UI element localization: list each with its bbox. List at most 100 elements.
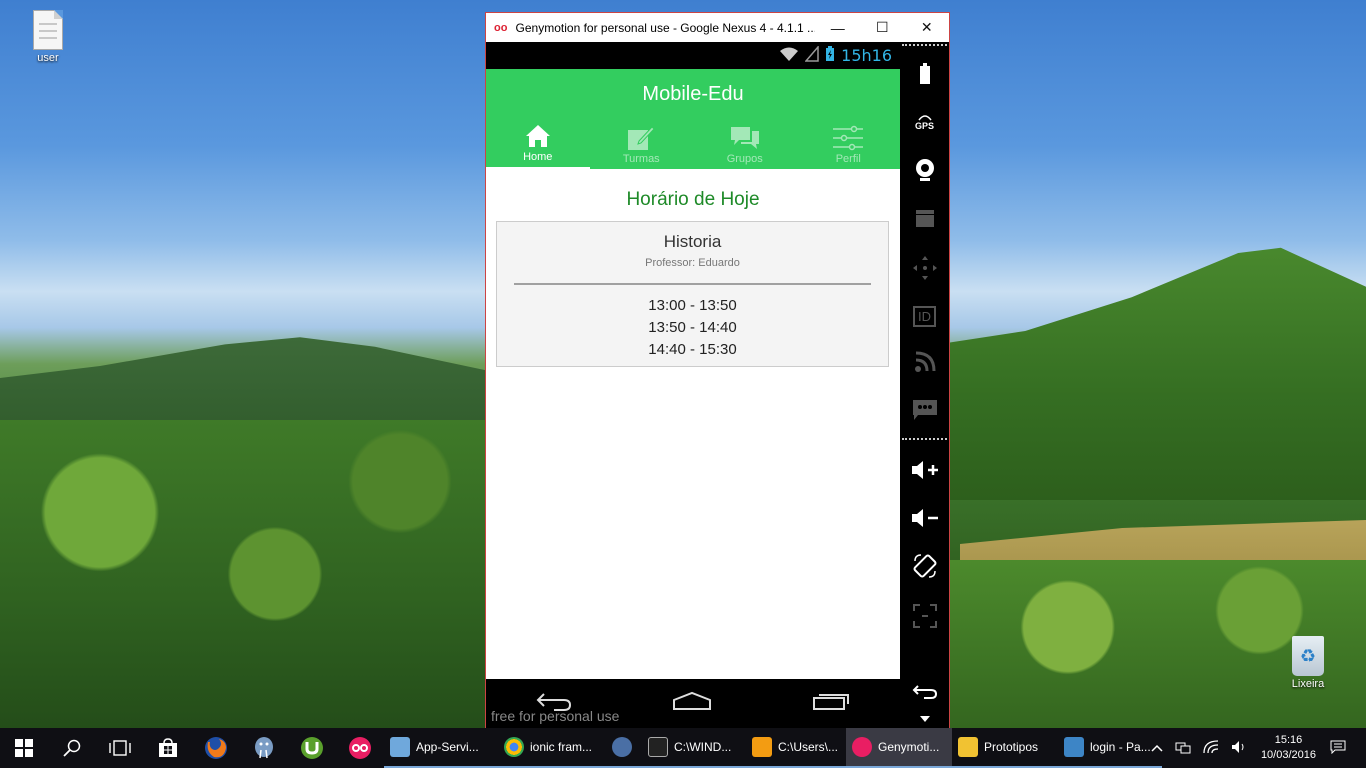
gps-icon[interactable]: GPS [900,102,949,142]
edit-icon [627,121,655,151]
recent-apps-icon[interactable] [812,691,850,716]
watermark: free for personal use [491,708,620,724]
taskbar-app[interactable]: C:\WIND... [642,728,746,768]
system-tray: 15:16 10/03/2016 [1145,728,1366,768]
task-view-icon[interactable] [96,728,144,768]
postgres-icon[interactable] [240,728,288,768]
battery-icon[interactable] [900,54,949,94]
clock-date: 10/03/2016 [1260,749,1316,761]
sidebar-separator [902,44,947,46]
recycle-bin-icon: ♻ [1292,636,1324,676]
notifications-icon[interactable] [1330,740,1346,757]
taskbar-app-active[interactable]: Genymoti... [846,728,952,768]
genymotion-icon[interactable] [336,728,384,768]
tab-home[interactable]: Home [486,115,590,169]
scale-icon[interactable] [900,596,949,636]
text-file-icon [33,10,63,50]
tab-label: Grupos [726,153,763,165]
time-slot: 13:00 - 13:50 [648,297,737,314]
terminal-icon [648,737,668,757]
clock-time: 15:16 [1274,734,1303,746]
tab-grupos[interactable]: Grupos [693,115,797,169]
chevron-up-icon[interactable] [1151,741,1163,755]
tab-label: Home [523,151,553,163]
id-icon[interactable]: ID [900,296,949,336]
time-slots: 13:00 - 13:50 13:50 - 14:40 14:40 - 15:3… [497,295,888,361]
subject-name: Historia [663,232,722,251]
teacher-name: Professor: Eduardo [645,257,740,269]
taskbar-app-label: C:\WIND... [674,740,732,754]
store-icon[interactable] [144,728,192,768]
device-screen: 15h16 Mobile-Edu Home Turmas Grupos Perf… [486,42,900,728]
wifi-icon [779,46,799,65]
tab-perfil[interactable]: Perfil [797,115,901,169]
desktop-icon-recycle-bin[interactable]: ♻ Lixeira [1278,636,1338,690]
utorrent-icon[interactable] [288,728,336,768]
taskbar-app[interactable]: ionic fram... [498,728,606,768]
gps-label: GPS [914,121,934,131]
sms-icon[interactable] [900,390,949,430]
window-titlebar[interactable]: oo Genymotion for personal use - Google … [486,13,949,42]
network-icon[interactable] [1175,740,1191,757]
taskbar-app-label: ionic fram... [530,740,593,754]
chrome-icon [504,737,524,757]
close-button[interactable]: ✕ [904,13,949,42]
search-icon[interactable] [48,728,96,768]
desktop-icon-user[interactable]: user [18,10,78,64]
wallpaper-mountain [940,247,1366,500]
signal-icon [804,44,819,65]
divider [514,283,871,285]
taskbar-app-label: C:\Users\... [778,740,839,754]
time-slot: 13:50 - 14:40 [648,319,737,336]
genymotion-icon [852,737,872,757]
time-slot: 14:40 - 15:30 [648,341,737,358]
sublime-icon [752,737,772,757]
sliders-icon [832,121,864,151]
window-title: Genymotion for personal use - Google Nex… [515,20,816,35]
rotate-icon[interactable] [900,546,949,586]
tab-bar: Home Turmas Grupos Perfil [486,115,900,169]
folder-icon [958,737,978,757]
battery-charging-icon [825,46,835,65]
page-title: Horário de Hoje [626,189,760,210]
tab-turmas[interactable]: Turmas [590,115,694,169]
app-content: Horário de Hoje Historia Professor: Edua… [486,169,900,679]
android-status-bar: 15h16 [486,42,900,69]
genymotion-logo-icon: oo [494,21,508,34]
rss-icon[interactable] [900,342,949,382]
volume-up-icon[interactable] [900,450,949,490]
desktop-icon-label: user [37,52,59,64]
clock[interactable]: 15:16 10/03/2016 [1261,733,1316,763]
back-icon[interactable] [900,672,949,712]
taskbar-app[interactable]: Prototipos [952,728,1058,768]
scroll-down-icon[interactable] [900,710,949,728]
minimize-button[interactable]: — [815,13,860,42]
paint-icon [1064,737,1084,757]
id-label: ID [913,305,936,327]
taskbar-app[interactable] [606,728,642,768]
camera-icon[interactable] [900,198,949,238]
volume-down-icon[interactable] [900,498,949,538]
taskbar-app[interactable]: App-Servi... [384,728,498,768]
taskbar-app[interactable]: C:\Users\... [746,728,846,768]
wifi-icon[interactable] [1203,739,1219,757]
taskbar: App-Servi... ionic fram... C:\WIND... C:… [0,728,1366,768]
maximize-button[interactable]: ☐ [860,13,905,42]
home-icon[interactable] [672,691,712,716]
chat-icon [730,121,760,151]
home-icon [525,119,551,149]
schedule-card[interactable]: Historia Professor: Eduardo 13:00 - 13:5… [496,221,889,367]
sidebar-separator [902,438,947,440]
webcam-icon[interactable] [900,150,949,190]
app-icon [390,737,410,757]
dpad-icon[interactable] [900,248,949,288]
taskbar-app-label: App-Servi... [416,740,479,754]
taskbar-app-label: login - Pa... [1090,740,1151,754]
volume-icon[interactable] [1231,740,1247,757]
tab-label: Turmas [622,153,660,165]
firefox-icon[interactable] [192,728,240,768]
status-time: 15h16 [841,46,892,65]
start-icon[interactable] [0,728,48,768]
tab-label: Perfil [835,153,861,165]
genymotion-window: oo Genymotion for personal use - Google … [485,12,950,728]
